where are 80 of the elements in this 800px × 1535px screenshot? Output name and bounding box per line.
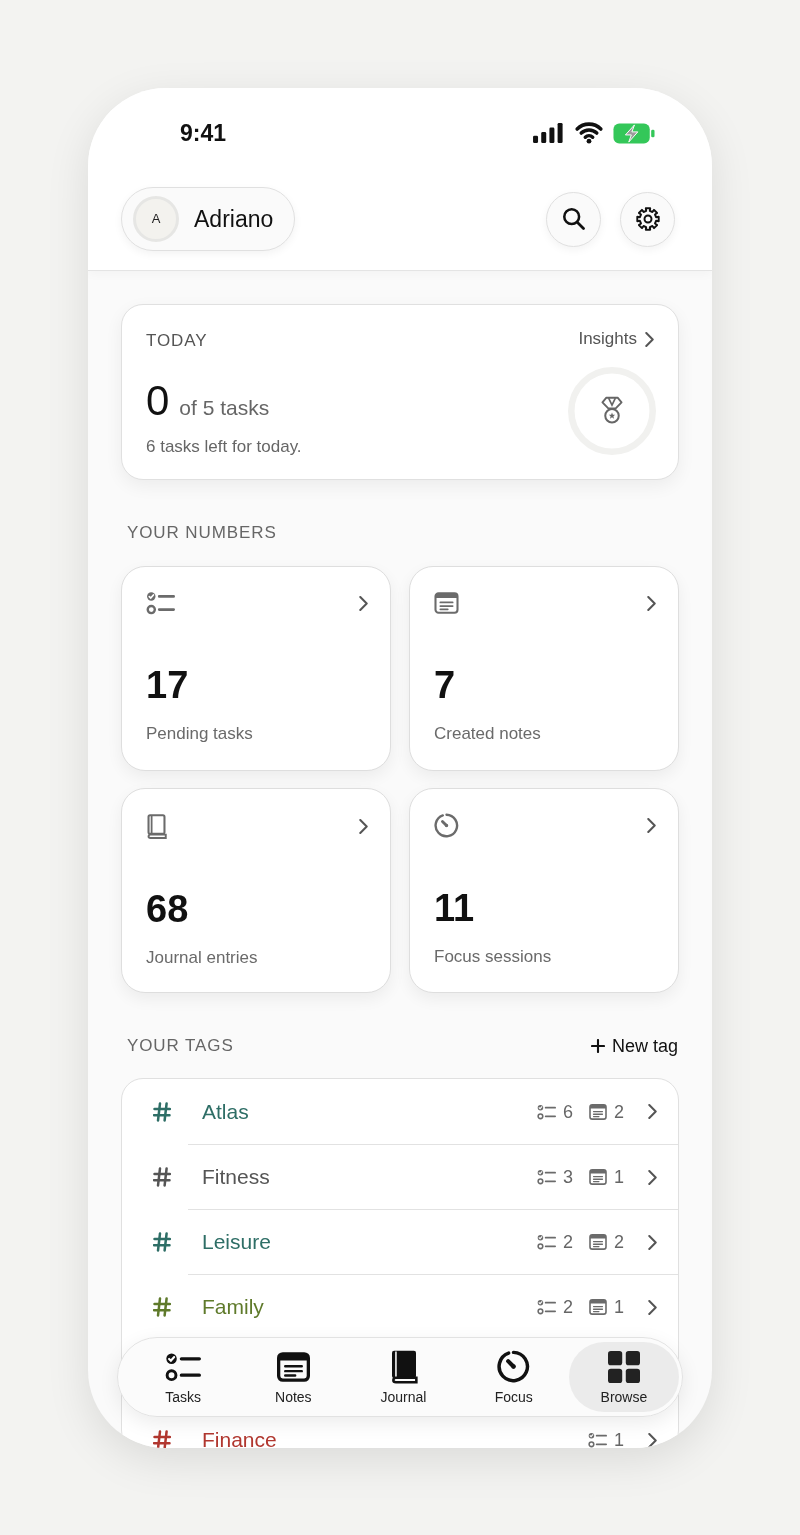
checklist-icon [536, 1169, 556, 1185]
note-icon [589, 1103, 607, 1120]
tag-row[interactable]: Atlas 6 2 [122, 1079, 678, 1144]
note-icon [589, 1234, 607, 1250]
stat-value: 11 [434, 886, 475, 930]
section-title: YOUR NUMBERS [126, 523, 277, 543]
stat-card[interactable]: 11 Focus sessions [409, 788, 679, 993]
stat-card[interactable]: 68 Journal entries [121, 788, 391, 993]
tag-name: Fitness [202, 1166, 270, 1188]
stat-card[interactable]: 17 Pending tasks [121, 566, 391, 771]
chevron-right-icon [648, 1104, 657, 1119]
plus-icon [590, 1039, 605, 1053]
timer-icon [497, 1350, 531, 1383]
tab[interactable]: Journal [348, 1342, 459, 1412]
chevron-right-icon [648, 1234, 657, 1250]
stat-card[interactable]: 7 Created notes [409, 566, 679, 771]
checklist-icon [536, 1103, 556, 1120]
book-icon [146, 812, 167, 840]
tab[interactable]: Notes [238, 1342, 349, 1412]
chevron-right-icon [648, 1169, 657, 1185]
section-title: TODAY [146, 331, 208, 351]
today-summary: 6 tasks left for today. [146, 436, 302, 458]
chevron-right-icon [648, 1432, 657, 1448]
search-icon [562, 208, 585, 230]
book-icon [389, 1348, 418, 1385]
charging-battery-icon [613, 122, 655, 144]
task-total: of 5 tasks [179, 395, 270, 421]
tag-row[interactable]: Finance 1 [122, 1421, 678, 1448]
checklist-icon [165, 1351, 202, 1382]
task-count: 6 [562, 1100, 573, 1123]
insights-link[interactable]: Insights [578, 329, 654, 349]
tab[interactable]: Focus [458, 1342, 569, 1412]
chevron-right-icon [648, 1299, 657, 1315]
checklist-icon [536, 1299, 556, 1315]
tab[interactable]: Tasks [128, 1342, 239, 1412]
status-time: 9:41 [180, 121, 227, 145]
stat-value: 7 [434, 663, 456, 707]
avatar: A [133, 196, 179, 242]
profile-button[interactable]: A Adriano [121, 187, 296, 251]
stat-label: Journal entries [146, 947, 258, 969]
note-icon [276, 1351, 310, 1382]
timer-icon [434, 813, 459, 838]
wifi-icon [574, 122, 604, 144]
section-title: YOUR TAGS [126, 1036, 234, 1056]
stat-value: 17 [146, 663, 189, 707]
note-icon [589, 1169, 607, 1185]
note-count: 2 [614, 1100, 624, 1123]
note-count: 1 [614, 1166, 624, 1188]
task-count: 2 [562, 1231, 573, 1253]
tag-row[interactable]: Fitness 3 1 [122, 1144, 678, 1209]
new-tag-button[interactable]: New tag [590, 1032, 678, 1060]
tag-name: Finance [202, 1429, 277, 1448]
task-count: 3 [562, 1166, 573, 1188]
grid-icon [607, 1350, 640, 1383]
chevron-right-icon [647, 595, 656, 611]
note-count: 2 [614, 1231, 624, 1253]
tag-row[interactable]: Leisure 2 2 [122, 1209, 678, 1274]
note-icon [589, 1299, 607, 1315]
chevron-right-icon [359, 818, 368, 834]
medal-icon [565, 367, 659, 455]
note-icon [434, 592, 459, 614]
tag-name: Family [202, 1296, 264, 1318]
stat-label: Focus sessions [434, 946, 552, 968]
stat-value: 68 [146, 887, 189, 931]
tag-name: Leisure [202, 1231, 271, 1253]
task-count: 2 [562, 1296, 573, 1318]
done-count: 0 [146, 379, 170, 423]
chevron-right-icon [645, 331, 654, 347]
checklist-icon [146, 591, 175, 615]
chevron-right-icon [647, 818, 656, 833]
chevron-right-icon [359, 595, 368, 611]
stat-label: Created notes [434, 723, 541, 745]
checklist-icon [536, 1234, 556, 1250]
stat-label: Pending tasks [146, 723, 253, 745]
tag-name: Atlas [202, 1100, 249, 1123]
note-count: 1 [614, 1296, 624, 1318]
signal-icon [532, 123, 565, 143]
task-count: 1 [614, 1429, 624, 1448]
settings-icon [635, 207, 660, 231]
tab[interactable]: Browse [568, 1342, 679, 1412]
